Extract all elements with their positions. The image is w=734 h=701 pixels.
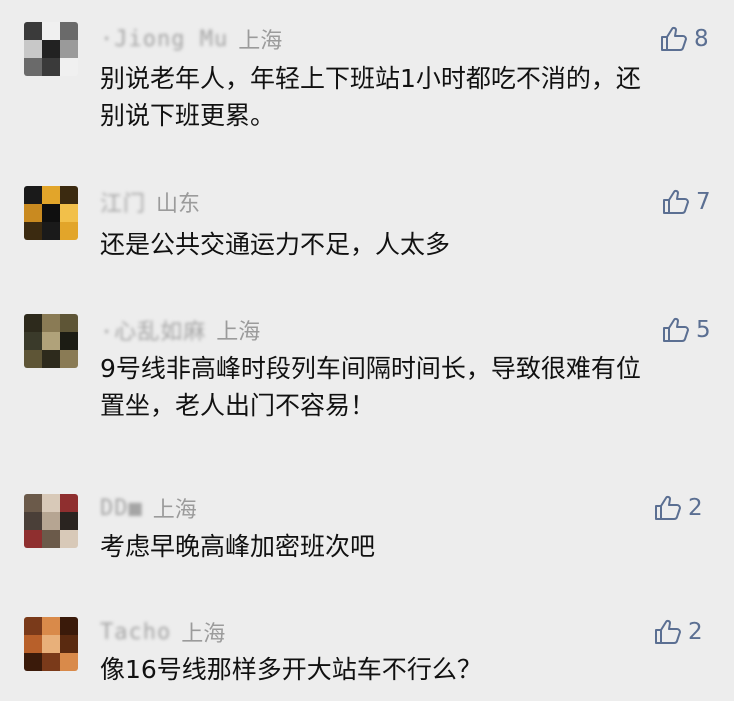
avatar-pixel — [24, 204, 42, 222]
nickname[interactable]: 江门 — [100, 186, 146, 218]
avatar-pixel — [24, 512, 42, 530]
like-button[interactable]: 5 — [662, 315, 711, 345]
comment-text: 还是公共交通运力不足，人太多 — [100, 226, 720, 263]
avatar-pixel — [60, 40, 78, 58]
thumbs-up-icon — [655, 619, 681, 644]
like-count: 8 — [694, 26, 709, 52]
avatar-pixel — [60, 494, 78, 512]
avatar-pixel — [60, 186, 78, 204]
comment-text: 别说老年人，年轻上下班站1小时都吃不消的，还 别说下班更累。 — [100, 60, 720, 134]
avatar-pixel — [24, 635, 42, 653]
avatar-pixel — [24, 494, 42, 512]
avatar-pixel — [60, 204, 78, 222]
avatar[interactable] — [24, 314, 78, 368]
avatar-pixel — [60, 332, 78, 350]
avatar-pixel — [24, 332, 42, 350]
avatar-pixel — [42, 635, 60, 653]
avatar-pixel — [60, 58, 78, 76]
avatar-pixel — [24, 314, 42, 332]
avatar-pixel — [42, 512, 60, 530]
avatar-pixel — [24, 186, 42, 204]
avatar-pixel — [24, 617, 42, 635]
like-button[interactable]: 2 — [654, 493, 703, 523]
avatar-pixel — [42, 350, 60, 368]
nickname[interactable]: Tacho — [100, 620, 171, 645]
avatar[interactable] — [24, 186, 78, 240]
location-label: 山东 — [156, 192, 201, 217]
avatar-pixel — [24, 22, 42, 40]
avatar-pixel — [42, 186, 60, 204]
avatar-pixel — [42, 40, 60, 58]
avatar-pixel — [24, 350, 42, 368]
like-button[interactable]: 2 — [654, 617, 703, 647]
nickname[interactable]: DD■ — [100, 496, 143, 521]
like-count: 2 — [688, 619, 703, 645]
comment-text: 考虑早晚高峰加密班次吧 — [100, 528, 720, 565]
avatar-pixel — [42, 530, 60, 548]
comment-meta: Tacho 上海 — [100, 617, 226, 648]
avatar-pixel — [24, 530, 42, 548]
comment-text: 9号线非高峰时段列车间隔时间长，导致很难有位 置坐，老人出门不容易！ — [100, 350, 720, 424]
avatar-pixel — [24, 58, 42, 76]
avatar-pixel — [60, 314, 78, 332]
nickname[interactable]: ·心乱如麻 — [100, 314, 206, 346]
comment-line: 别说老年人，年轻上下班站1小时都吃不消的，还 — [100, 64, 641, 93]
location-label: 上海 — [238, 29, 283, 54]
like-button[interactable]: 7 — [662, 187, 711, 217]
thumbs-up-icon — [663, 317, 689, 342]
avatar-pixel — [60, 22, 78, 40]
avatar-pixel — [60, 653, 78, 671]
avatar-pixel — [42, 22, 60, 40]
comment-line: 像16号线那样多开大站车不行么？ — [100, 655, 482, 684]
avatar[interactable] — [24, 617, 78, 671]
avatar-pixel — [60, 222, 78, 240]
comment-line: 9号线非高峰时段列车间隔时间长，导致很难有位 — [100, 354, 641, 383]
like-count: 2 — [688, 495, 703, 521]
avatar-pixel — [60, 530, 78, 548]
avatar-pixel — [42, 494, 60, 512]
avatar[interactable] — [24, 22, 78, 76]
thumbs-up-icon — [655, 495, 681, 520]
location-label: 上海 — [181, 622, 226, 647]
comment-line: 还是公共交通运力不足，人太多 — [100, 230, 451, 259]
avatar-pixel — [42, 332, 60, 350]
avatar-pixel — [42, 58, 60, 76]
comment-line: 别说下班更累。 — [100, 101, 276, 130]
comment-meta: ·Jiong Mu 上海 — [100, 24, 283, 55]
like-count: 7 — [696, 189, 711, 215]
avatar-pixel — [60, 512, 78, 530]
avatar-pixel — [24, 40, 42, 58]
avatar-pixel — [42, 222, 60, 240]
like-count: 5 — [696, 317, 711, 343]
avatar-pixel — [24, 222, 42, 240]
location-label: 上海 — [152, 498, 197, 523]
thumbs-up-icon — [663, 189, 689, 214]
comment-meta: 江门 山东 — [100, 187, 200, 217]
avatar-pixel — [60, 350, 78, 368]
like-button[interactable]: 8 — [660, 24, 709, 54]
avatar-pixel — [42, 314, 60, 332]
avatar-pixel — [24, 653, 42, 671]
avatar-pixel — [42, 653, 60, 671]
avatar-pixel — [42, 617, 60, 635]
comment-meta: DD■ 上海 — [100, 493, 197, 524]
avatar-pixel — [60, 635, 78, 653]
avatar-pixel — [42, 204, 60, 222]
thumbs-up-icon — [661, 26, 687, 51]
avatar-pixel — [60, 617, 78, 635]
nickname[interactable]: ·Jiong Mu — [100, 27, 228, 52]
location-label: 上海 — [216, 320, 261, 345]
comment-meta: ·心乱如麻 上海 — [100, 315, 260, 345]
comment-line: 考虑早晚高峰加密班次吧 — [100, 532, 376, 561]
avatar[interactable] — [24, 494, 78, 548]
comment-text: 像16号线那样多开大站车不行么？ — [100, 651, 720, 688]
comment-line: 置坐，老人出门不容易！ — [100, 391, 376, 420]
